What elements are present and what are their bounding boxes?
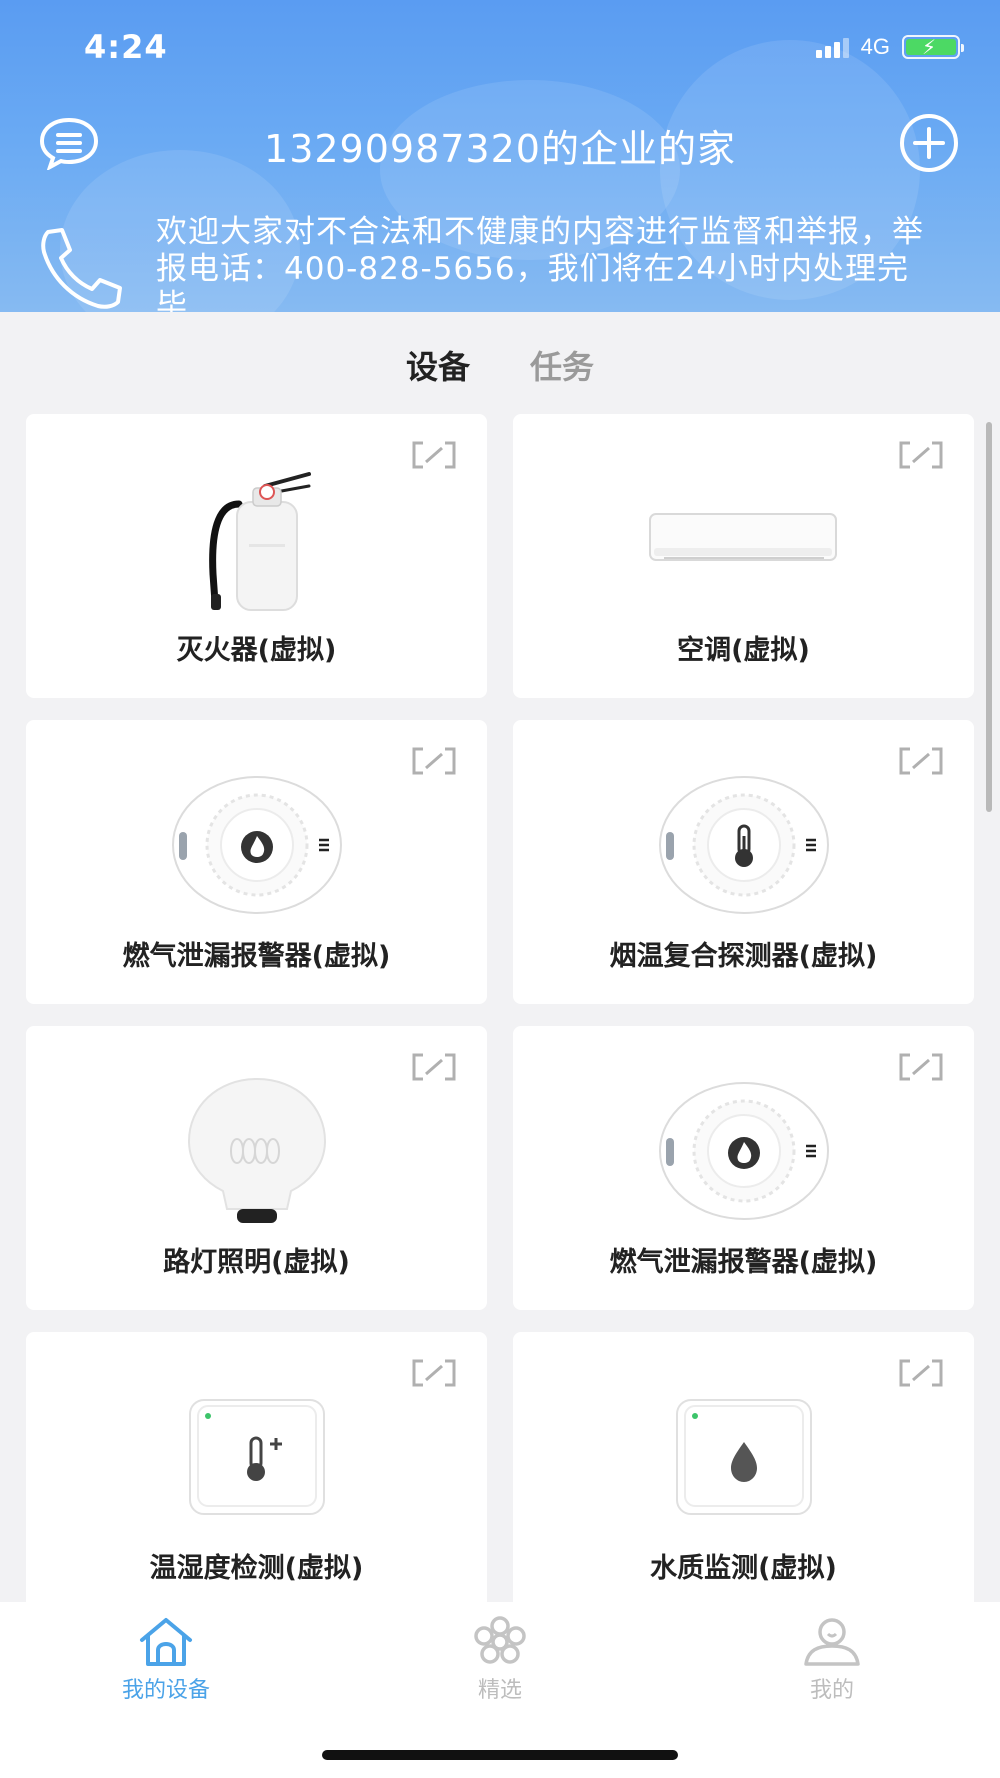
- gas-detector-icon: [513, 1066, 974, 1236]
- battery-icon: ⚡: [902, 35, 964, 59]
- device-name: 燃气泄漏报警器(虚拟): [122, 941, 391, 972]
- device-card[interactable]: 烟温复合探测器(虚拟): [513, 720, 974, 1004]
- status-indicators: 4G ⚡: [815, 34, 964, 60]
- light-bulb-icon: [26, 1066, 487, 1236]
- air-conditioner-icon: [513, 454, 974, 624]
- device-name: 温湿度检测(虚拟): [149, 1553, 364, 1584]
- temp-humidity-sensor-icon: [26, 1372, 487, 1542]
- device-card[interactable]: 空调(虚拟): [513, 414, 974, 698]
- nav-label: 我的设备: [121, 1678, 210, 1703]
- tab-devices[interactable]: 设备: [396, 342, 480, 388]
- device-card[interactable]: 燃气泄漏报警器(虚拟): [26, 720, 487, 1004]
- device-name: 水质监测(虚拟): [650, 1553, 837, 1584]
- device-card[interactable]: 水质监测(虚拟): [513, 1332, 974, 1616]
- status-time: 4:24: [84, 28, 168, 66]
- nav-profile[interactable]: 我的: [732, 1616, 932, 1704]
- gas-detector-icon: [26, 760, 487, 930]
- device-name: 路灯照明(虚拟): [163, 1247, 350, 1278]
- signal-icon: [815, 36, 849, 58]
- device-card[interactable]: 灭火器(虚拟): [26, 414, 487, 698]
- notice-text: 欢迎大家对不合法和不健康的内容进行监督和举报，举报电话：400-828-5656…: [156, 214, 924, 312]
- device-card[interactable]: 路灯照明(虚拟): [26, 1026, 487, 1310]
- device-card[interactable]: 温湿度检测(虚拟): [26, 1332, 487, 1616]
- nav-featured[interactable]: 精选: [400, 1616, 600, 1704]
- notice-banner: 欢迎大家对不合法和不健康的内容进行监督和举报，举报电话：400-828-5656…: [156, 214, 926, 312]
- bottom-nav: 我的设备 精选 我的: [0, 1602, 1000, 1778]
- scrollbar[interactable]: [986, 422, 992, 812]
- home-indicator: [322, 1750, 678, 1760]
- network-type: 4G: [860, 34, 890, 59]
- water-quality-sensor-icon: [513, 1372, 974, 1542]
- flower-icon: [474, 1616, 526, 1664]
- smoke-temp-detector-icon: [513, 760, 974, 930]
- add-button[interactable]: [898, 112, 960, 174]
- device-card[interactable]: 燃气泄漏报警器(虚拟): [513, 1026, 974, 1310]
- home-icon: [140, 1618, 192, 1666]
- nav-label: 精选: [477, 1678, 522, 1703]
- profile-icon: [804, 1618, 860, 1666]
- device-name: 灭火器(虚拟): [176, 635, 337, 666]
- device-name: 燃气泄漏报警器(虚拟): [609, 1247, 878, 1278]
- nav-label: 我的: [809, 1678, 854, 1703]
- tab-bar: 设备 任务: [0, 342, 1000, 388]
- device-name: 空调(虚拟): [677, 635, 810, 666]
- phone-icon: [34, 226, 128, 310]
- header: 4:24 4G ⚡ 13290987320的企业的家 欢迎大家对不合法和不健康的…: [0, 0, 1000, 312]
- nav-my-devices[interactable]: 我的设备: [66, 1616, 266, 1704]
- plus-circle-icon: [900, 114, 958, 172]
- fire-extinguisher-icon: [26, 454, 487, 624]
- home-title[interactable]: 13290987320的企业的家: [0, 118, 1000, 173]
- tab-tasks[interactable]: 任务: [520, 342, 604, 388]
- device-name: 烟温复合探测器(虚拟): [609, 941, 878, 972]
